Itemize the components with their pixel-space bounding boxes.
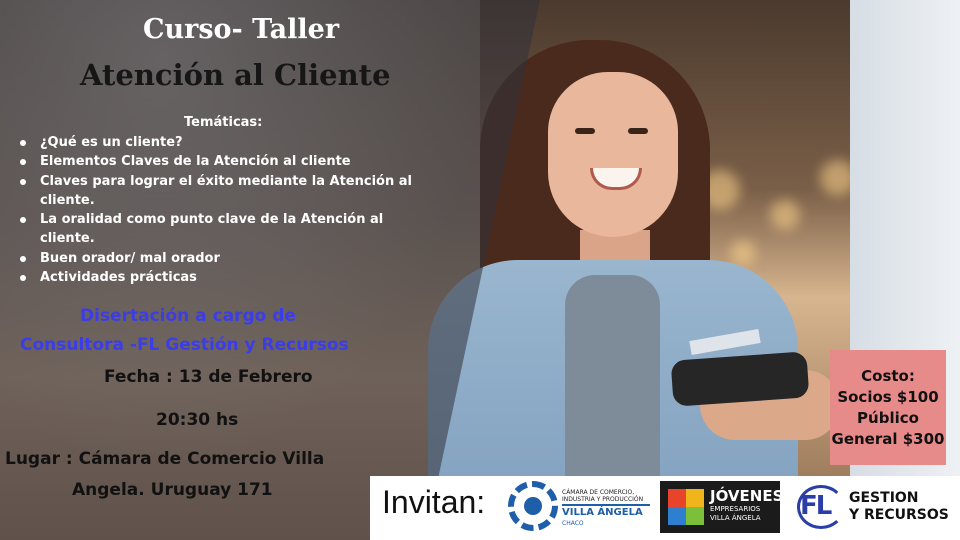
bokeh-light	[770, 200, 800, 230]
invite-label: Invitan:	[382, 484, 486, 520]
fl-name-line2: Y RECURSOS	[849, 507, 949, 523]
price-box: Costo: Socios $100 Público General $300	[830, 350, 946, 465]
gear-center	[524, 497, 542, 515]
fl-logo: FL GESTION Y RECURSOS	[795, 481, 950, 533]
bullet-icon	[20, 275, 26, 282]
list-item: Buen orador/ mal orador	[20, 249, 420, 268]
list-item: La oralidad como punto clave de la Atenc…	[20, 210, 420, 249]
fl-mark: FL	[800, 491, 832, 521]
bullet-icon	[20, 217, 26, 224]
camara-logo: CÁMARA DE COMERCIO, INDUSTRIA Y PRODUCCI…	[508, 481, 653, 533]
topic-text: Claves para lograr el éxito mediante la …	[40, 173, 412, 208]
topic-text: La oralidad como punto clave de la Atenc…	[40, 212, 384, 247]
woman-eye	[575, 128, 595, 134]
jovenes-logo: JÓVENES EMPRESARIOS VILLA ÁNGELA	[660, 481, 784, 533]
speaker-name: Consultora -FL Gestión y Recursos	[20, 335, 349, 355]
camara-small-text: CÁMARA DE COMERCIO, INDUSTRIA Y PRODUCCI…	[562, 489, 644, 503]
list-item: Elementos Claves de la Atención al clien…	[20, 152, 420, 171]
price-public-label: Público	[857, 408, 919, 427]
jovenes-subtitle: EMPRESARIOS VILLA ÁNGELA	[710, 505, 761, 522]
bullet-icon	[20, 140, 26, 146]
je-mark-icon	[668, 489, 704, 525]
camara-divider	[562, 504, 650, 506]
woman-eye	[628, 128, 648, 134]
fl-name-line1: GESTION	[849, 490, 919, 506]
topic-text: Actividades prácticas	[40, 270, 197, 286]
bullet-icon	[20, 255, 26, 262]
list-item: Actividades prácticas	[20, 268, 420, 287]
list-item: ¿Qué es un cliente?	[20, 133, 420, 152]
event-time: 20:30 hs	[156, 410, 239, 430]
bullet-icon	[20, 159, 26, 166]
list-item: Claves para lograr el éxito mediante la …	[20, 172, 420, 211]
flyer: Curso- Taller Atención al Cliente Temáti…	[0, 0, 960, 540]
camara-region: CHACO	[562, 520, 584, 527]
bokeh-light	[730, 240, 756, 266]
price-members: Socios $100	[837, 387, 939, 406]
topic-text: Buen orador/ mal orador	[40, 250, 220, 266]
price-public: General $300	[831, 429, 945, 448]
woman-face	[548, 72, 678, 237]
topics-heading: Temáticas:	[184, 115, 263, 130]
topics-list: ¿Qué es un cliente? Elementos Claves de …	[20, 133, 420, 287]
event-place-address: Angela. Uruguay 171	[72, 480, 273, 500]
event-place: Lugar : Cámara de Comercio Villa	[5, 449, 325, 469]
camara-name: VILLA ÁNGELA	[562, 507, 643, 518]
course-subtitle: Atención al Cliente	[80, 58, 391, 92]
gear-icon	[508, 481, 558, 531]
course-title: Curso- Taller	[143, 14, 340, 45]
topic-text: ¿Qué es un cliente?	[40, 135, 183, 150]
topic-text: Elementos Claves de la Atención al clien…	[40, 154, 351, 170]
jovenes-name: JÓVENES	[710, 487, 784, 505]
bullet-icon	[20, 178, 26, 185]
event-date: Fecha : 13 de Febrero	[104, 367, 313, 387]
speaker-intro: Disertación a cargo de	[80, 306, 296, 326]
price-label: Costo:	[861, 366, 915, 385]
payment-terminal	[670, 351, 810, 407]
